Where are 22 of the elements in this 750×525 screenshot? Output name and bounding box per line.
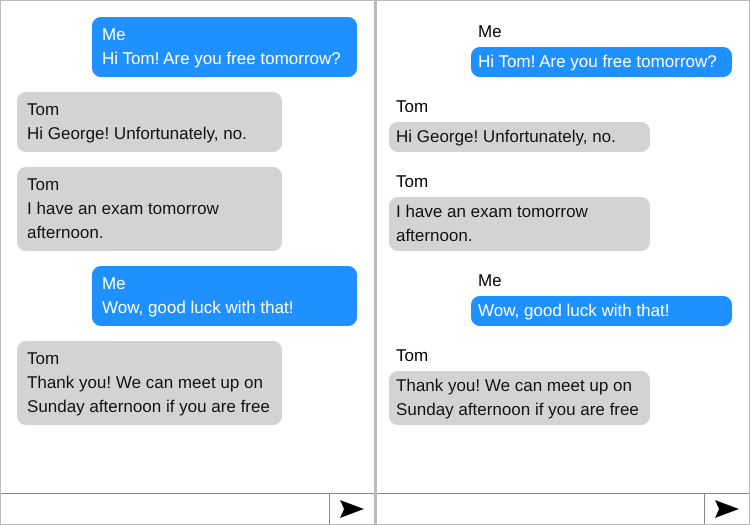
- message-text: I have an exam tomorrow afternoon.: [396, 201, 589, 247]
- sender-name: Me: [477, 270, 503, 292]
- sender-name: Tom: [395, 96, 430, 118]
- message-text: Thank you! We can meet up on Sunday afternoon if you are free: [27, 372, 271, 418]
- sender-name: Me: [102, 24, 127, 46]
- sender-name: Tom: [395, 345, 430, 367]
- sender-name: Tom: [395, 171, 430, 193]
- message-text: Hi George! Unfortunately, no.: [27, 123, 248, 145]
- message-text: Wow, good luck with that!: [102, 297, 295, 319]
- message-text: I have an exam tomorrow afternoon.: [27, 198, 220, 244]
- message-text: Wow, good luck with that!: [478, 300, 671, 322]
- send-icon: [339, 499, 365, 520]
- message-text: Hi Tom! Are you free tomorrow?: [478, 51, 718, 73]
- message-text: Hi Tom! Are you free tomorrow?: [102, 48, 342, 70]
- message-text: Hi George! Unfortunately, no.: [396, 126, 617, 148]
- sender-name: Me: [477, 21, 503, 43]
- send-icon: [714, 499, 740, 520]
- sender-name: Tom: [27, 174, 60, 196]
- sender-name: Me: [102, 273, 127, 295]
- sender-name: Tom: [27, 99, 60, 121]
- sender-name: Tom: [27, 348, 60, 370]
- message-text: Thank you! We can meet up on Sunday afternoon if you are free: [396, 375, 640, 421]
